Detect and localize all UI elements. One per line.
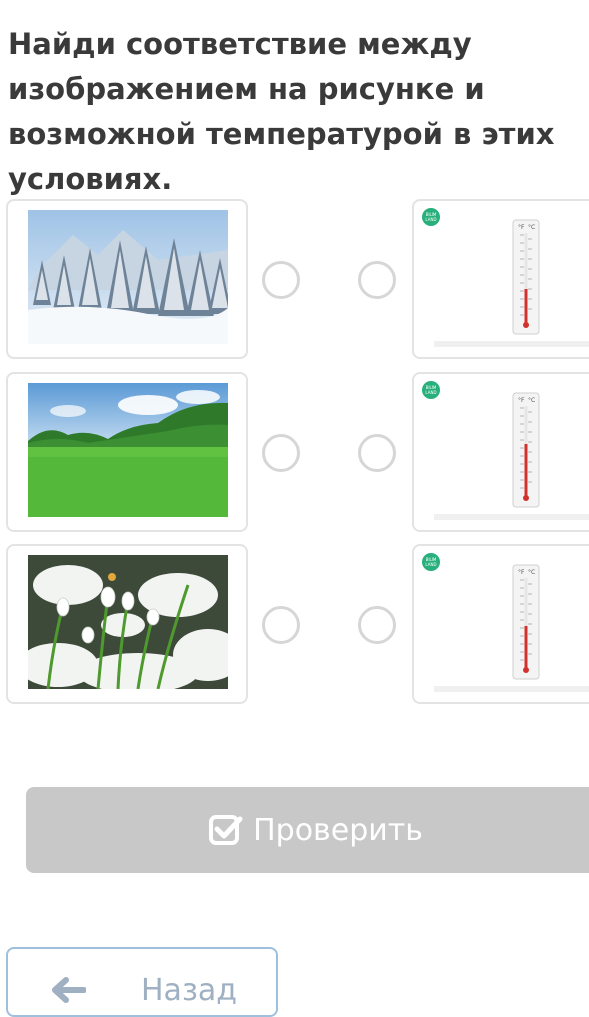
svg-text:°C: °C [528,224,535,231]
check-button[interactable]: Проверить [26,787,589,873]
svg-text:°C: °C [528,569,535,576]
bilimland-logo: BILIM LAND [422,553,440,571]
svg-text:°F: °F [518,397,525,404]
card-shelf [434,341,589,347]
back-button[interactable]: Назад [6,947,278,1017]
svg-text:°F: °F [518,224,525,231]
match-card-winter-forest[interactable] [6,199,248,359]
winter-forest-image [28,210,228,344]
check-button-label: Проверить [253,812,423,848]
svg-text:°F: °F [518,569,525,576]
radio-left-2[interactable] [262,434,300,472]
card-shelf [434,686,589,692]
radio-right-2[interactable] [358,434,396,472]
match-card-snowdrops[interactable] [6,544,248,704]
match-card-green-meadow[interactable] [6,372,248,532]
task-title: Найди соответствие между изображением на… [8,27,555,196]
thermometer-icon: °F °C [512,219,540,335]
checkbox-checked-icon [209,815,243,845]
match-card-thermometer-2[interactable]: BILIM LAND °F °C [412,372,589,532]
match-card-thermometer-1[interactable]: BILIM LAND °F °C [412,199,589,359]
bilimland-logo: BILIM LAND [422,381,440,399]
radio-right-1[interactable] [358,261,396,299]
svg-text:°C: °C [528,397,535,404]
radio-left-3[interactable] [262,606,300,644]
arrow-left-icon [52,977,86,1003]
thermometer-icon: °F °C [512,392,540,508]
match-card-thermometer-3[interactable]: BILIM LAND °F °C [412,544,589,704]
radio-right-3[interactable] [358,606,396,644]
radio-left-1[interactable] [262,261,300,299]
thermometer-icon: °F °C [512,564,540,680]
green-meadow-image [28,383,228,517]
bilimland-logo: BILIM LAND [422,208,440,226]
snowdrops-in-snow-image [28,555,228,689]
card-shelf [434,514,589,520]
back-button-label: Назад [141,973,238,1008]
